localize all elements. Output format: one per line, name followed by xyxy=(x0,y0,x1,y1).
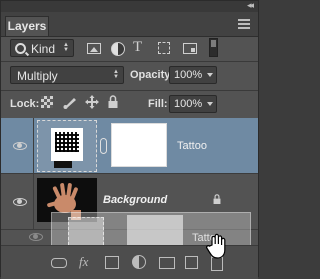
collapse-panel-button[interactable]: ◂◂ xyxy=(247,0,254,11)
tab-layers[interactable]: Layers xyxy=(5,16,49,36)
layers-panel: ◂◂ Layers Kind ▲ ▼ T Multiply ▲ ▼ Opacity:… xyxy=(0,0,259,279)
blend-mode-dropdown[interactable]: Multiply ▲ ▼ xyxy=(10,66,124,84)
shape-layer-filter-icon[interactable] xyxy=(158,42,170,54)
divider xyxy=(33,118,34,173)
type-layer-filter-icon[interactable]: T xyxy=(133,39,147,55)
chevron-down-icon[interactable] xyxy=(207,102,213,106)
opacity-field[interactable]: 100% xyxy=(169,66,217,84)
filter-kind-label: Kind xyxy=(31,42,56,56)
pattern-graphic xyxy=(55,132,79,152)
updown-arrows-icon: ▲ ▼ xyxy=(63,42,69,53)
lock-pixels-brush-icon[interactable] xyxy=(63,95,79,109)
new-adjustment-layer-icon[interactable] xyxy=(132,255,146,269)
fill-field[interactable]: 100% xyxy=(169,95,217,113)
chevron-down-icon[interactable] xyxy=(207,73,213,77)
fill-label: Fill: xyxy=(148,98,168,110)
lock-label: Lock: xyxy=(10,98,40,110)
lock-position-move-icon[interactable] xyxy=(85,95,99,109)
fx-layer-style-icon[interactable]: fx xyxy=(79,254,88,270)
lock-all-icon[interactable] xyxy=(108,95,118,108)
grab-hand-cursor-icon xyxy=(206,233,226,259)
fill-value: 100% xyxy=(174,98,203,110)
layer-thumbnail[interactable] xyxy=(37,120,97,172)
smart-object-badge-icon xyxy=(54,161,72,168)
layer-row-tattoo[interactable]: Tattoo xyxy=(1,118,258,174)
layer-thumbnail-image xyxy=(51,128,83,161)
blend-mode-value: Multiply xyxy=(17,69,58,83)
panel-menu-icon[interactable] xyxy=(238,19,250,29)
lock-transparency-icon[interactable] xyxy=(41,96,53,108)
updown-arrows-icon: ▲ ▼ xyxy=(113,69,119,80)
tab-row: Layers xyxy=(1,12,258,37)
layer-mask-thumbnail[interactable] xyxy=(111,123,167,167)
link-layers-icon[interactable] xyxy=(51,258,67,268)
filter-kind-dropdown[interactable]: Kind ▲ ▼ xyxy=(10,39,74,57)
layer-name[interactable]: Tattoo xyxy=(177,140,207,152)
opacity-label: Opacity: xyxy=(130,69,175,81)
adjustment-layer-filter-icon[interactable] xyxy=(111,42,125,56)
divider xyxy=(33,174,34,229)
search-icon xyxy=(15,43,26,54)
lock-icon xyxy=(213,194,221,204)
smart-object-filter-icon[interactable] xyxy=(183,43,197,54)
opacity-value: 100% xyxy=(174,69,203,81)
pixel-layer-filter-icon[interactable] xyxy=(87,43,101,54)
add-mask-icon[interactable] xyxy=(105,256,119,269)
visibility-eye-icon[interactable] xyxy=(13,198,27,206)
divider xyxy=(1,90,258,91)
filter-toggle-switch[interactable] xyxy=(209,38,218,57)
layer-name[interactable]: Background xyxy=(103,194,167,206)
link-chain-icon[interactable] xyxy=(100,138,107,154)
tab-layers-label: Layers xyxy=(7,19,47,33)
divider xyxy=(1,61,258,62)
new-layer-icon[interactable] xyxy=(185,256,198,269)
new-group-folder-icon[interactable] xyxy=(159,257,175,269)
ghost-visibility-eye-icon xyxy=(29,233,43,241)
visibility-eye-icon[interactable] xyxy=(13,142,27,150)
panel-titlebar: ◂◂ xyxy=(1,0,258,12)
